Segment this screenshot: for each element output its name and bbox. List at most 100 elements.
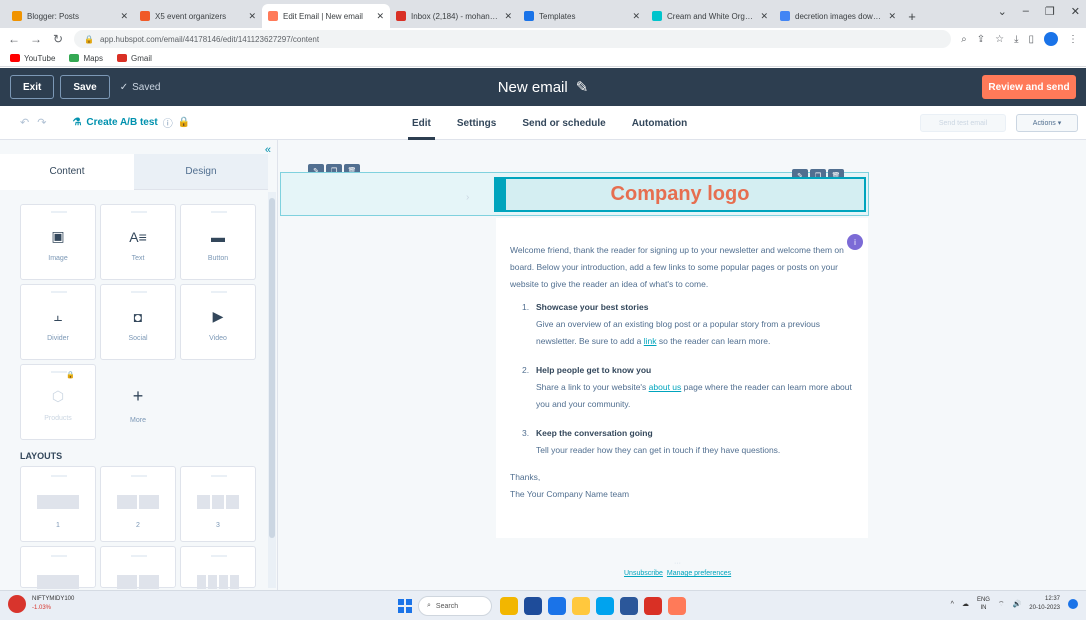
module-label: Social (128, 334, 148, 342)
exit-button[interactable]: Exit (10, 75, 55, 99)
minimize-icon[interactable]: – (1023, 5, 1029, 18)
app-icon[interactable] (500, 597, 518, 615)
undo-icon[interactable]: ↶ (20, 116, 29, 129)
taskbar-search[interactable]: ⌕ Search (418, 596, 492, 616)
close-icon[interactable]: ✕ (376, 11, 384, 22)
close-window-icon[interactable]: ✕ (1071, 5, 1080, 18)
new-tab-icon[interactable]: + (902, 4, 922, 28)
forward-icon[interactable]: → (30, 32, 42, 46)
module-text[interactable]: A≡ Text (100, 204, 176, 280)
module-grid: ▣ Image A≡ Text ▬ Button ⫠ Divider ◘ Social ▶… (20, 204, 256, 440)
close-icon[interactable]: ✕ (248, 11, 256, 22)
profile-avatar[interactable] (1044, 32, 1058, 46)
menu-icon[interactable]: ⋮ (1068, 34, 1078, 45)
logo-module[interactable]: Company logo (494, 177, 866, 212)
module-label: Products (44, 415, 72, 422)
actions-dropdown[interactable]: Actions ▾ (1016, 114, 1078, 132)
module-social[interactable]: ◘ Social (100, 284, 176, 360)
module-products[interactable]: 🔒 ⬡ Products (20, 364, 96, 440)
tab-design[interactable]: Design (134, 154, 268, 190)
chevron-down-icon[interactable]: ⌄ (998, 5, 1007, 18)
layout-2-column[interactable]: 2 (100, 466, 176, 542)
send-test-email-button[interactable]: Send test email (920, 114, 1006, 132)
browser-tab[interactable]: Blogger: Posts ✕ (6, 4, 134, 28)
tab-content[interactable]: Content (0, 154, 134, 190)
module-label: Video (209, 335, 227, 342)
chevron-up-icon[interactable]: ^ (951, 601, 954, 608)
browser-tab[interactable]: Inbox (2,184) - mohanasundh... ✕ (390, 4, 518, 28)
close-icon[interactable]: ✕ (888, 11, 896, 22)
restore-icon[interactable]: ❐ (1045, 5, 1055, 18)
browser-tab[interactable]: Templates ✕ (518, 4, 646, 28)
module-image[interactable]: ▣ Image (20, 204, 96, 280)
info-badge-icon[interactable]: i (847, 234, 863, 250)
stock-text: NIFTYMIDY100 -1.03% (32, 595, 74, 613)
clock[interactable]: 12:37 20-10-2023 (1029, 595, 1060, 613)
url-field[interactable]: 🔒 app.hubspot.com/email/44178146/edit/141… (74, 30, 952, 48)
module-handle[interactable] (494, 177, 506, 212)
app-icon[interactable] (524, 597, 542, 615)
wifi-icon[interactable]: ⌔ (998, 600, 1005, 609)
hubspot-icon[interactable] (668, 597, 686, 615)
star-icon[interactable]: ☆ (995, 34, 1004, 45)
module-more[interactable]: + More (100, 364, 176, 440)
tab-settings[interactable]: Settings (457, 106, 496, 140)
zoom-icon[interactable]: ⌕ (961, 34, 967, 45)
bookmark-youtube[interactable]: YouTube (10, 54, 55, 63)
redo-icon[interactable]: ↷ (37, 116, 46, 129)
browser-tab-active[interactable]: Edit Email | New email ✕ (262, 4, 390, 28)
module-video[interactable]: ▶ Video (180, 284, 256, 360)
bookmark-maps[interactable]: Maps (69, 54, 103, 63)
language-indicator[interactable]: ENG IN (977, 596, 990, 612)
scrollbar-thumb[interactable] (269, 198, 275, 538)
layout-1-column[interactable]: 1 (20, 466, 96, 542)
file-explorer-icon[interactable] (572, 597, 590, 615)
save-button[interactable]: Save (60, 75, 110, 99)
close-icon[interactable]: ✕ (632, 11, 640, 22)
share-icon[interactable]: ⇪ (977, 34, 985, 45)
edge-icon[interactable] (596, 597, 614, 615)
download-icon[interactable]: ⤓ (1014, 34, 1018, 45)
sidepanel-icon[interactable]: ▯ (1028, 34, 1034, 45)
layout-option[interactable] (180, 546, 256, 589)
email-body[interactable]: i Welcome friend, thank the reader for s… (496, 218, 868, 538)
word-icon[interactable] (620, 597, 638, 615)
undo-redo: ↶ ↷ (20, 116, 46, 129)
layout-option[interactable] (20, 546, 96, 589)
unsubscribe-link[interactable]: Unsubscribe (624, 570, 663, 577)
volume-icon[interactable]: 🔊 (1013, 600, 1022, 608)
video-icon: ▶ (212, 308, 224, 324)
reload-icon[interactable]: ↻ (52, 32, 64, 46)
module-button[interactable]: ▬ Button (180, 204, 256, 280)
manage-preferences-link[interactable]: Manage preferences (667, 570, 731, 577)
back-icon[interactable]: ← (8, 32, 20, 46)
chrome-icon[interactable] (644, 597, 662, 615)
tab-send-or-schedule[interactable]: Send or schedule (522, 106, 605, 140)
close-icon[interactable]: ✕ (504, 11, 512, 22)
about-us-link[interactable]: about us (649, 382, 682, 392)
layout-option[interactable] (100, 546, 176, 589)
cloud-icon[interactable]: ☁ (962, 600, 969, 608)
browser-tab[interactable]: X5 event organizers ✕ (134, 4, 262, 28)
browser-tab[interactable]: Cream and White Organic Eve... ✕ (646, 4, 774, 28)
create-ab-test-link[interactable]: ⚗ Create A/B test ⓘ 🔒 (72, 115, 190, 130)
app-icon[interactable] (548, 597, 566, 615)
stock-label: NIFTYMIDY100 (32, 596, 75, 602)
review-and-send-button[interactable]: Review and send (982, 75, 1076, 99)
close-icon[interactable]: ✕ (760, 11, 768, 22)
email-title[interactable]: New email (498, 79, 568, 96)
stock-widget[interactable]: NIFTYMIDY100 -1.03% (8, 595, 74, 613)
close-icon[interactable]: ✕ (120, 11, 128, 22)
browser-tab[interactable]: decretion images download fr... ✕ (774, 4, 902, 28)
module-divider[interactable]: ⫠ Divider (20, 284, 96, 360)
link[interactable]: link (644, 336, 657, 346)
pencil-icon[interactable]: ✎ (576, 78, 589, 96)
tab-edit[interactable]: Edit (408, 106, 435, 140)
notification-icon[interactable] (1068, 599, 1078, 609)
bookmark-gmail[interactable]: Gmail (117, 54, 152, 63)
tab-automation[interactable]: Automation (632, 106, 688, 140)
windows-start-icon[interactable] (398, 599, 412, 613)
panel-scrollbar[interactable] (268, 192, 276, 588)
layout-3-column[interactable]: 3 (180, 466, 256, 542)
youtube-icon (10, 54, 20, 62)
